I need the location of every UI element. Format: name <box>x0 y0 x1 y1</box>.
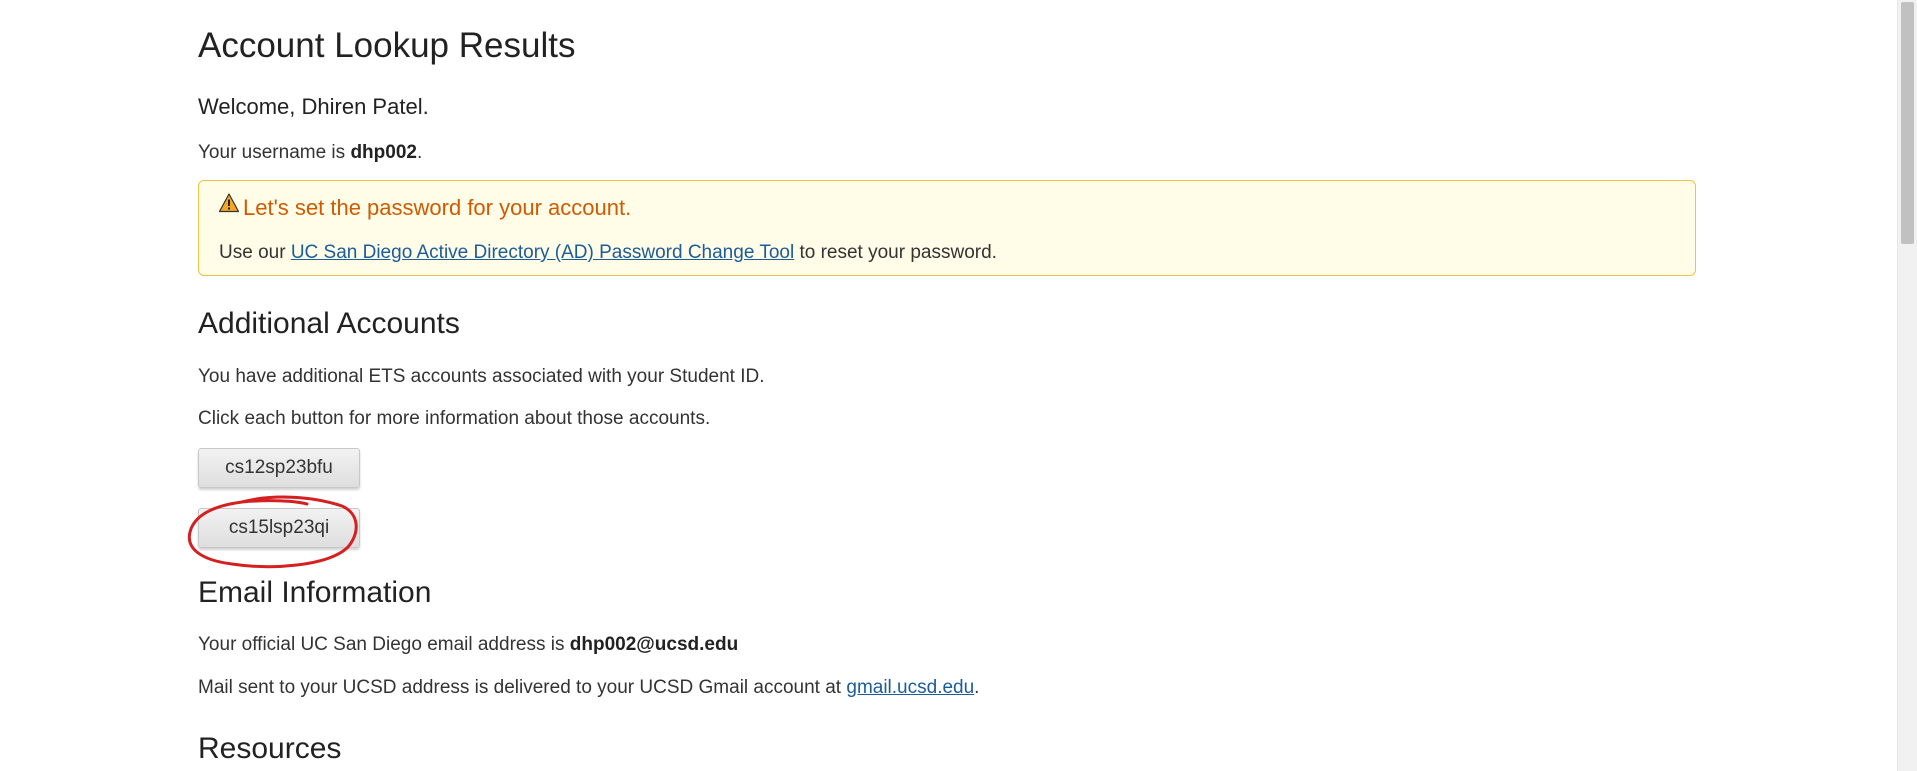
warning-triangle-icon <box>218 193 240 213</box>
username-prefix: Your username is <box>198 142 351 163</box>
additional-accounts-heading: Additional Accounts <box>198 307 460 340</box>
alert-body-suffix: to reset your password. <box>794 242 997 263</box>
password-change-tool-link[interactable]: UC San Diego Active Directory (AD) Passw… <box>291 242 794 263</box>
gmail-line: Mail sent to your UCSD address is delive… <box>198 677 979 699</box>
email-information-heading: Email Information <box>198 576 432 609</box>
additional-accounts-line1: You have additional ETS accounts associa… <box>198 366 765 387</box>
username-value: dhp002 <box>350 142 417 163</box>
username-line: Your username is dhp002. <box>198 142 422 164</box>
page-title: Account Lookup Results <box>198 26 576 65</box>
username-suffix: . <box>416 142 423 163</box>
gmail-line-prefix: Mail sent to your UCSD address is delive… <box>198 677 847 698</box>
resources-heading: Resources <box>198 732 342 765</box>
alert-body-prefix: Use our <box>219 242 291 263</box>
alert-title: Let's set the password for your account. <box>243 195 632 220</box>
email-address: dhp002@ucsd.edu <box>569 634 739 655</box>
alert-body: Use our UC San Diego Active Directory (A… <box>219 242 997 264</box>
vertical-scrollbar[interactable] <box>1897 0 1917 771</box>
email-line-prefix: Your official UC San Diego email address… <box>198 634 570 655</box>
account-button-cs12sp23bfu[interactable]: cs12sp23bfu <box>198 448 360 488</box>
email-address-line: Your official UC San Diego email address… <box>198 634 738 656</box>
additional-accounts-line2: Click each button for more information a… <box>198 408 711 429</box>
gmail-line-suffix: . <box>974 677 980 698</box>
password-alert: Let's set the password for your account.… <box>198 180 1696 276</box>
account-button-cs15lsp23qi[interactable]: cs15lsp23qi <box>198 508 360 548</box>
welcome-message: Welcome, Dhiren Patel. <box>198 94 429 119</box>
gmail-link[interactable]: gmail.ucsd.edu <box>846 677 974 698</box>
scrollbar-thumb[interactable] <box>1901 2 1914 244</box>
